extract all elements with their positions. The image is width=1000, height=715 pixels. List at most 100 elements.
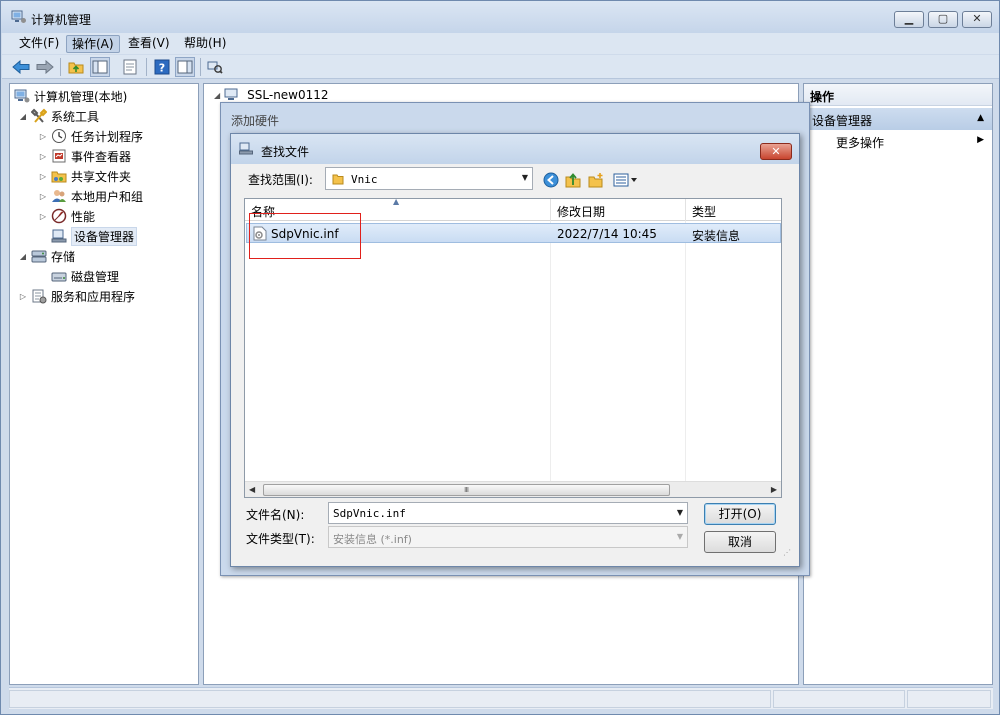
show-hide-tree-icon[interactable] xyxy=(90,57,110,77)
tree-item-performance[interactable]: ▷ 性能 xyxy=(38,207,95,225)
new-folder-icon[interactable] xyxy=(587,171,605,189)
collapse-icon[interactable]: ◢ xyxy=(214,91,220,100)
svg-text:?: ? xyxy=(159,62,165,75)
back-icon[interactable] xyxy=(542,171,560,189)
tree-item-storage[interactable]: ◢ 存储 xyxy=(18,247,75,265)
open-button[interactable]: 打开(O) xyxy=(704,503,776,525)
forward-arrow-icon[interactable] xyxy=(35,57,55,77)
tree-item-label: 服务和应用程序 xyxy=(51,289,136,304)
menu-bar: 文件(F) 操作(A) 查看(V) 帮助(H) xyxy=(2,33,999,54)
tree-item-system-tools[interactable]: ◢ 系统工具 xyxy=(18,107,99,125)
collapse-icon[interactable]: ◢ xyxy=(18,112,28,121)
computer-name: SSL-new0112 xyxy=(247,88,329,102)
file-type-dropdown[interactable]: 安装信息 (*.inf) ▼ xyxy=(328,526,688,548)
actions-header: 操作 xyxy=(804,84,992,106)
file-list: 名称 ▲ 修改日期 类型 SdpVnic.inf 2022/7/14 10:45… xyxy=(244,197,782,498)
chevron-down-icon[interactable]: ▼ xyxy=(677,508,683,517)
toolbar: ? xyxy=(2,55,999,79)
tree-item-label: 共享文件夹 xyxy=(71,169,132,184)
toolbar-separator xyxy=(60,58,61,76)
tree-item-label: 本地用户和组 xyxy=(71,189,144,204)
expand-icon[interactable]: ▷ xyxy=(38,172,48,181)
tools-icon xyxy=(31,108,47,123)
menu-help[interactable]: 帮助(H) xyxy=(179,35,231,53)
collapse-icon[interactable]: ◢ xyxy=(18,252,28,261)
column-header-date[interactable]: 修改日期 xyxy=(551,199,686,221)
scan-hardware-icon[interactable] xyxy=(205,57,225,77)
horizontal-scrollbar[interactable]: ◀ Ⅲ ▶ xyxy=(245,481,781,497)
actions-section-device-manager[interactable]: 设备管理器 ▲ xyxy=(804,108,992,130)
scroll-left-icon[interactable]: ◀ xyxy=(249,485,255,494)
toolbar-separator xyxy=(146,58,147,76)
view-menu-icon[interactable] xyxy=(612,171,640,189)
users-icon xyxy=(52,190,66,202)
computer-icon xyxy=(224,88,238,100)
scrollbar-thumb[interactable]: Ⅲ xyxy=(263,484,670,496)
tree-item-label: 计算机管理(本地) xyxy=(34,89,128,104)
minimize-button[interactable]: ▁ xyxy=(894,11,924,28)
up-folder-icon[interactable] xyxy=(66,57,86,77)
submenu-arrow-icon[interactable]: ▶ xyxy=(977,135,984,145)
tree-item-label: 事件查看器 xyxy=(71,149,132,164)
computer-management-icon xyxy=(11,10,26,23)
back-arrow-icon[interactable] xyxy=(11,57,31,77)
tree-item-event-viewer[interactable]: ▷ 事件查看器 xyxy=(38,147,131,165)
device-manager-icon xyxy=(239,142,253,155)
scroll-right-icon[interactable]: ▶ xyxy=(771,485,777,494)
more-actions-item[interactable]: 更多操作 xyxy=(836,134,884,151)
show-hide-action-pane-icon[interactable] xyxy=(175,57,195,77)
column-divider xyxy=(550,221,551,483)
file-name-value: SdpVnic.inf xyxy=(333,507,406,520)
collapse-up-icon[interactable]: ▲ xyxy=(977,113,984,123)
status-bar xyxy=(9,687,993,709)
maximize-button[interactable]: ▢ xyxy=(928,11,958,28)
tree-item-shared-folders[interactable]: ▷ 共享文件夹 xyxy=(38,167,131,185)
file-name-label: 文件名(N): xyxy=(246,508,305,522)
properties-icon[interactable] xyxy=(120,57,140,77)
look-in-dropdown[interactable]: Vnic ▼ xyxy=(325,167,533,190)
tree-item-label: 磁盘管理 xyxy=(71,269,120,284)
help-icon[interactable]: ? xyxy=(152,57,172,77)
tree-item-local-users[interactable]: ▷ 本地用户和组 xyxy=(38,187,143,205)
dialog-title-bar[interactable]: 查找文件 ✕ xyxy=(231,134,799,164)
dialog-title: 查找文件 xyxy=(261,145,310,159)
dialog-close-button[interactable]: ✕ xyxy=(760,143,792,160)
performance-icon xyxy=(51,208,67,224)
toolbar-separator xyxy=(200,58,201,76)
title-bar[interactable]: 计算机管理 ▁ ▢ ✕ xyxy=(1,1,999,33)
expand-icon[interactable]: ▷ xyxy=(38,192,48,201)
tree-item-root[interactable]: 计算机管理(本地) xyxy=(14,87,127,105)
look-in-value: Vnic xyxy=(351,173,378,186)
device-tree-root[interactable]: ◢ SSL-new0112 xyxy=(214,88,329,102)
chevron-down-icon[interactable]: ▼ xyxy=(522,173,528,182)
chevron-down-icon[interactable]: ▼ xyxy=(677,532,683,541)
file-name-input[interactable]: SdpVnic.inf ▼ xyxy=(328,502,688,524)
column-divider xyxy=(685,221,686,483)
menu-file[interactable]: 文件(F) xyxy=(14,35,64,53)
up-one-level-icon[interactable] xyxy=(564,171,582,189)
expand-icon[interactable]: ▷ xyxy=(38,152,48,161)
status-segment xyxy=(907,690,991,708)
menu-view[interactable]: 查看(V) xyxy=(123,35,175,53)
expand-icon[interactable]: ▷ xyxy=(38,212,48,221)
actions-section-label: 设备管理器 xyxy=(812,114,873,128)
close-button[interactable]: ✕ xyxy=(962,11,992,28)
folder-icon xyxy=(332,174,344,185)
file-date-cell: 2022/7/14 10:45 xyxy=(557,227,657,241)
tree-item-label: 设备管理器 xyxy=(71,226,138,246)
add-hardware-title: 添加硬件 xyxy=(231,114,280,128)
column-header-type[interactable]: 类型 xyxy=(686,199,781,221)
tree-item-device-manager[interactable]: 设备管理器 xyxy=(51,226,138,246)
tree-item-services-apps[interactable]: ▷ 服务和应用程序 xyxy=(18,287,135,305)
storage-icon xyxy=(31,250,47,263)
tree-item-label: 存储 xyxy=(51,249,76,264)
tree-item-task-scheduler[interactable]: ▷ 任务计划程序 xyxy=(38,127,143,145)
tree-item-disk-management[interactable]: 磁盘管理 xyxy=(51,267,119,285)
cancel-button[interactable]: 取消 xyxy=(704,531,776,553)
expand-icon[interactable]: ▷ xyxy=(38,132,48,141)
find-file-dialog: 查找文件 ✕ 查找范围(I): Vnic ▼ 名称 ▲ 修改日期 类型 SdpV… xyxy=(230,133,800,567)
sort-ascending-icon: ▲ xyxy=(393,197,400,206)
expand-icon[interactable]: ▷ xyxy=(18,292,28,301)
menu-action[interactable]: 操作(A) xyxy=(66,35,120,53)
resize-grip-icon[interactable]: ⋰ xyxy=(783,548,791,557)
